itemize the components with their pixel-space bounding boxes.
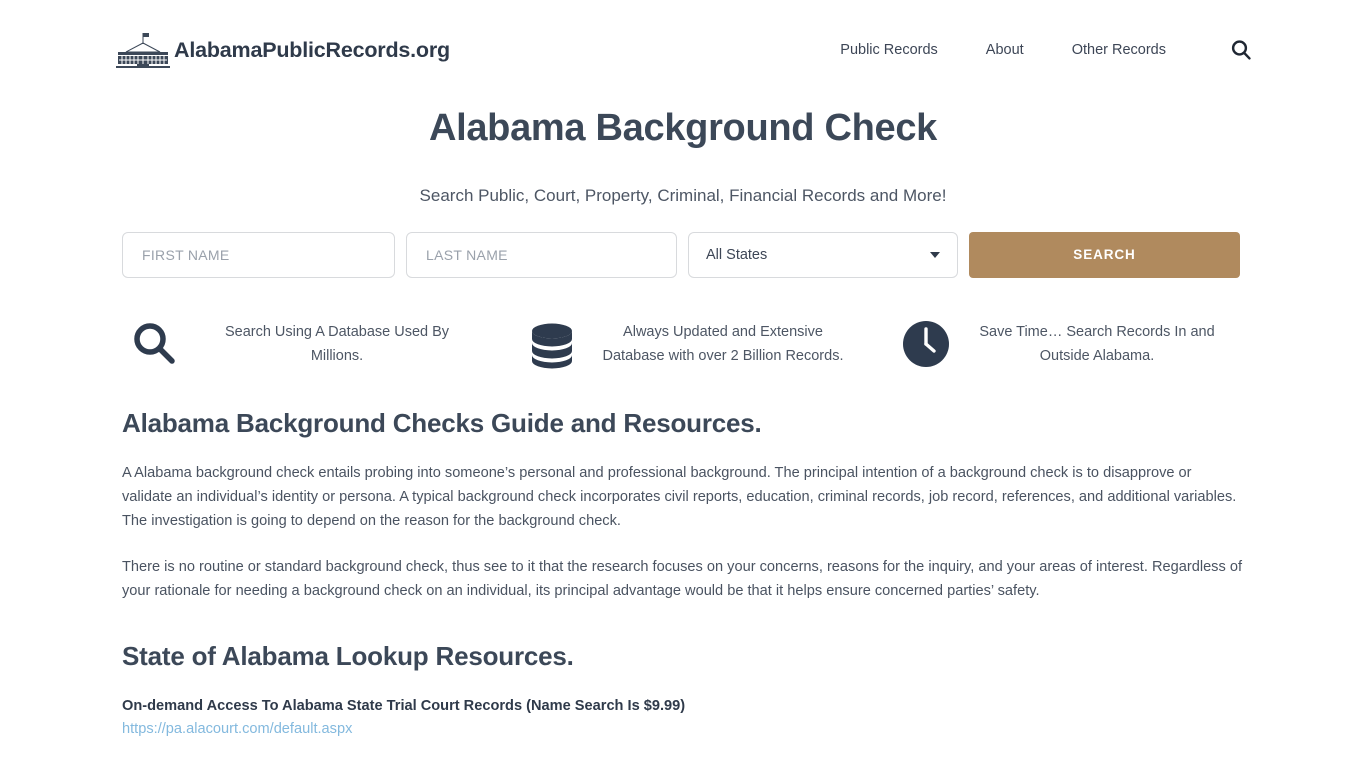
database-icon <box>520 314 584 374</box>
page-root: AlabamaPublicRecords.org Public Records … <box>0 0 1366 768</box>
article-paragraph: There is no routine or standard backgrou… <box>122 558 1243 599</box>
clock-icon <box>894 314 958 374</box>
feature-item: Always Updated and Extensive Database wi… <box>496 314 870 374</box>
site-header: AlabamaPublicRecords.org Public Records … <box>0 0 1366 100</box>
section-heading-resources: State of Alabama Lookup Resources. <box>122 640 574 671</box>
first-name-field[interactable] <box>122 231 395 278</box>
resource-title: On-demand Access To Alabama State Trial … <box>122 697 686 714</box>
feature-list: Search Using A Database Used By Millions… <box>122 314 1244 374</box>
brand-logo-link[interactable]: AlabamaPublicRecords.org <box>112 30 450 70</box>
search-icon[interactable] <box>1228 37 1254 63</box>
article-section: Alabama Background Checks Guide and Reso… <box>122 408 1244 737</box>
feature-item: Search Using A Database Used By Millions… <box>122 314 496 374</box>
state-select[interactable]: All States <box>688 231 958 278</box>
search-button[interactable]: SEARCH <box>969 231 1240 278</box>
state-select-value: All States <box>706 246 768 263</box>
main-nav: Public Records About Other Records <box>816 37 1254 63</box>
last-name-input[interactable] <box>424 245 659 264</box>
section-heading-guide: Alabama Background Checks Guide and Reso… <box>122 407 762 438</box>
hero-subtitle: Search Public, Court, Property, Criminal… <box>419 185 947 205</box>
article-paragraph: A Alabama background check entails probi… <box>122 464 1237 529</box>
hero-section: Alabama Background Check Search Public, … <box>0 100 1366 206</box>
feature-item: Save Time… Search Records In and Outside… <box>870 314 1244 374</box>
magnifier-icon <box>122 314 186 374</box>
page-title: Alabama Background Check <box>428 107 938 149</box>
brand-name: AlabamaPublicRecords.org <box>174 37 450 62</box>
chevron-down-icon <box>930 251 940 258</box>
nav-item-about[interactable]: About <box>962 42 1048 58</box>
record-search-form: All States SEARCH <box>122 231 1244 278</box>
nav-item-public-records[interactable]: Public Records <box>816 42 962 58</box>
capitol-building-icon <box>112 30 174 70</box>
feature-text: Save Time… Search Records In and Outside… <box>979 323 1215 364</box>
feature-text: Search Using A Database Used By Millions… <box>224 323 450 364</box>
nav-item-other-records[interactable]: Other Records <box>1048 42 1190 58</box>
feature-text: Always Updated and Extensive Database wi… <box>602 323 844 364</box>
resource-link[interactable]: https://pa.alacourt.com/default.aspx <box>122 721 1244 737</box>
first-name-input[interactable] <box>140 245 377 264</box>
last-name-field[interactable] <box>406 231 677 278</box>
